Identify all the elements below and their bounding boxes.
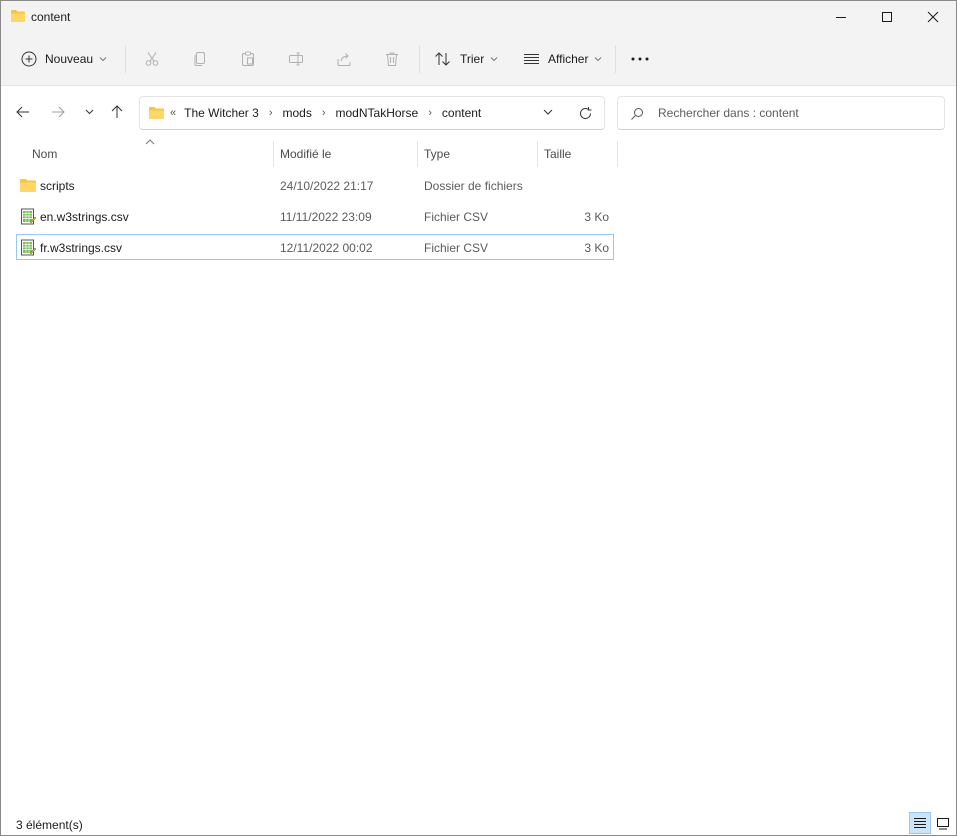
- file-type: Fichier CSV: [424, 241, 489, 255]
- search-placeholder: Rechercher dans : content: [658, 106, 799, 120]
- more-icon: [631, 57, 649, 61]
- folder-icon: [11, 10, 25, 22]
- chevron-down-icon: [490, 57, 498, 62]
- file-explorer-window: content Nouveau Trier Afficher « The Wit…: [0, 0, 957, 836]
- rename-icon: [289, 52, 303, 66]
- breadcrumb: « The Witcher 3 › mods › modNTakHorse › …: [170, 106, 481, 120]
- arrow-left-icon: [16, 106, 29, 118]
- chevron-down-icon: [99, 57, 107, 62]
- chevron-down-icon: [595, 57, 602, 62]
- details-view-button[interactable]: [909, 812, 931, 834]
- column-header-type[interactable]: Type: [424, 140, 450, 168]
- breadcrumb-content[interactable]: content: [442, 106, 481, 120]
- breadcrumb-mods[interactable]: mods: [283, 106, 312, 120]
- search-input[interactable]: Rechercher dans : content: [617, 96, 945, 130]
- breadcrumb-overflow[interactable]: «: [170, 107, 176, 119]
- new-button[interactable]: Nouveau: [21, 45, 107, 73]
- view-button[interactable]: Afficher: [523, 45, 602, 73]
- toolbar-divider: [125, 45, 126, 73]
- maximize-button[interactable]: [864, 1, 910, 32]
- breadcrumb-the-witcher-3[interactable]: The Witcher 3: [184, 106, 259, 120]
- minimize-icon: [836, 16, 846, 18]
- arrow-up-icon: [111, 105, 123, 118]
- copy-button[interactable]: [188, 47, 212, 71]
- file-name: scripts: [40, 179, 75, 193]
- clipboard-icon: [242, 51, 254, 66]
- toolbar-divider: [419, 45, 420, 73]
- column-divider[interactable]: [273, 141, 274, 167]
- column-divider[interactable]: [417, 141, 418, 167]
- file-size: 3 Ko: [584, 241, 609, 255]
- sort-ascending-icon: [145, 139, 155, 145]
- scissors-icon: [145, 52, 159, 66]
- file-row-selected[interactable]: fr.w3strings.csv 12/11/2022 00:02 Fichie…: [16, 234, 614, 260]
- share-icon: [337, 53, 351, 66]
- maximize-icon: [882, 11, 892, 22]
- file-type: Dossier de fichiers: [424, 179, 523, 193]
- rename-button[interactable]: [284, 47, 308, 71]
- column-header-name[interactable]: Nom: [32, 140, 57, 168]
- cut-button[interactable]: [140, 47, 164, 71]
- copy-icon: [194, 52, 205, 66]
- minimize-button[interactable]: [818, 1, 864, 32]
- close-icon: [927, 11, 939, 22]
- file-row[interactable]: scripts 24/10/2022 21:17 Dossier de fich…: [16, 172, 614, 198]
- file-size: 3 Ko: [584, 210, 609, 224]
- tiles-view-icon: [937, 817, 949, 829]
- arrow-right-icon: [52, 106, 65, 118]
- more-options-button[interactable]: [628, 47, 652, 71]
- file-modified: 12/11/2022 00:02: [280, 241, 373, 255]
- column-header-size[interactable]: Taille: [544, 140, 571, 168]
- column-divider[interactable]: [617, 141, 618, 167]
- address-history-chevron-icon[interactable]: [543, 109, 553, 116]
- close-button[interactable]: [910, 1, 956, 32]
- breadcrumb-separator[interactable]: ›: [322, 107, 326, 119]
- tiles-view-button[interactable]: [932, 812, 954, 834]
- address-bar[interactable]: « The Witcher 3 › mods › modNTakHorse › …: [139, 96, 605, 130]
- paste-button[interactable]: [236, 47, 260, 71]
- plus-circle-icon: [21, 51, 37, 67]
- file-row[interactable]: en.w3strings.csv 11/11/2022 23:09 Fichie…: [16, 203, 614, 229]
- new-button-label: Nouveau: [45, 52, 94, 66]
- sort-button-label: Trier: [460, 52, 485, 66]
- item-count: 3 élément(s): [16, 818, 83, 832]
- list-view-icon: [524, 54, 539, 64]
- view-button-label: Afficher: [548, 52, 589, 66]
- breadcrumb-separator[interactable]: ›: [428, 107, 432, 119]
- toolbar-divider: [615, 45, 616, 73]
- file-type: Fichier CSV: [424, 210, 489, 224]
- sort-button[interactable]: Trier: [434, 45, 498, 73]
- column-divider[interactable]: [537, 141, 538, 167]
- command-bar: Nouveau Trier Afficher: [1, 32, 956, 86]
- csv-file-icon: [21, 239, 37, 256]
- recent-locations-button[interactable]: [79, 102, 99, 122]
- chevron-down-icon: [85, 109, 93, 115]
- sort-icon: [435, 52, 450, 66]
- back-button[interactable]: [13, 102, 33, 122]
- search-icon: [631, 108, 643, 120]
- window-title: content: [31, 10, 71, 24]
- up-button[interactable]: [107, 102, 127, 122]
- folder-icon: [149, 107, 164, 119]
- navigation-bar: « The Witcher 3 › mods › modNTakHorse › …: [1, 86, 956, 139]
- file-modified: 24/10/2022 21:17: [280, 179, 374, 193]
- refresh-icon[interactable]: [578, 106, 593, 121]
- file-name: en.w3strings.csv: [40, 210, 129, 224]
- column-header-modified[interactable]: Modifié le: [280, 140, 331, 168]
- breadcrumb-modntakhorse[interactable]: modNTakHorse: [336, 106, 419, 120]
- folder-icon: [20, 179, 36, 192]
- trash-icon: [386, 52, 398, 66]
- details-view-icon: [914, 818, 926, 828]
- file-modified: 11/11/2022 23:09: [280, 210, 372, 224]
- share-button[interactable]: [332, 47, 356, 71]
- csv-file-icon: [21, 208, 37, 225]
- delete-button[interactable]: [380, 47, 404, 71]
- title-bar: content: [1, 1, 956, 32]
- file-name: fr.w3strings.csv: [40, 241, 123, 255]
- forward-button[interactable]: [48, 102, 68, 122]
- breadcrumb-separator[interactable]: ›: [269, 107, 273, 119]
